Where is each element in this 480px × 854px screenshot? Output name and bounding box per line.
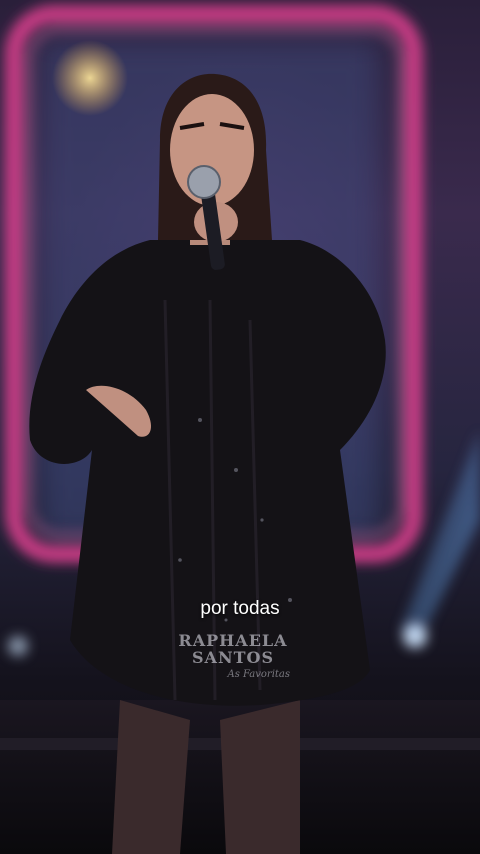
- watermark-logo: RAPHAELA SANTOS As Favoritas: [172, 632, 294, 683]
- stage-lamp: [52, 40, 128, 116]
- watermark-line2: SANTOS: [192, 648, 274, 667]
- video-frame[interactable]: por todas RAPHAELA SANTOS As Favoritas: [0, 0, 480, 854]
- caption-text: por todas: [200, 598, 280, 619]
- watermark-line1: RAPHAELA: [178, 631, 288, 650]
- concert-scene: [0, 5, 480, 854]
- watermark-tagline: As Favoritas: [227, 669, 290, 680]
